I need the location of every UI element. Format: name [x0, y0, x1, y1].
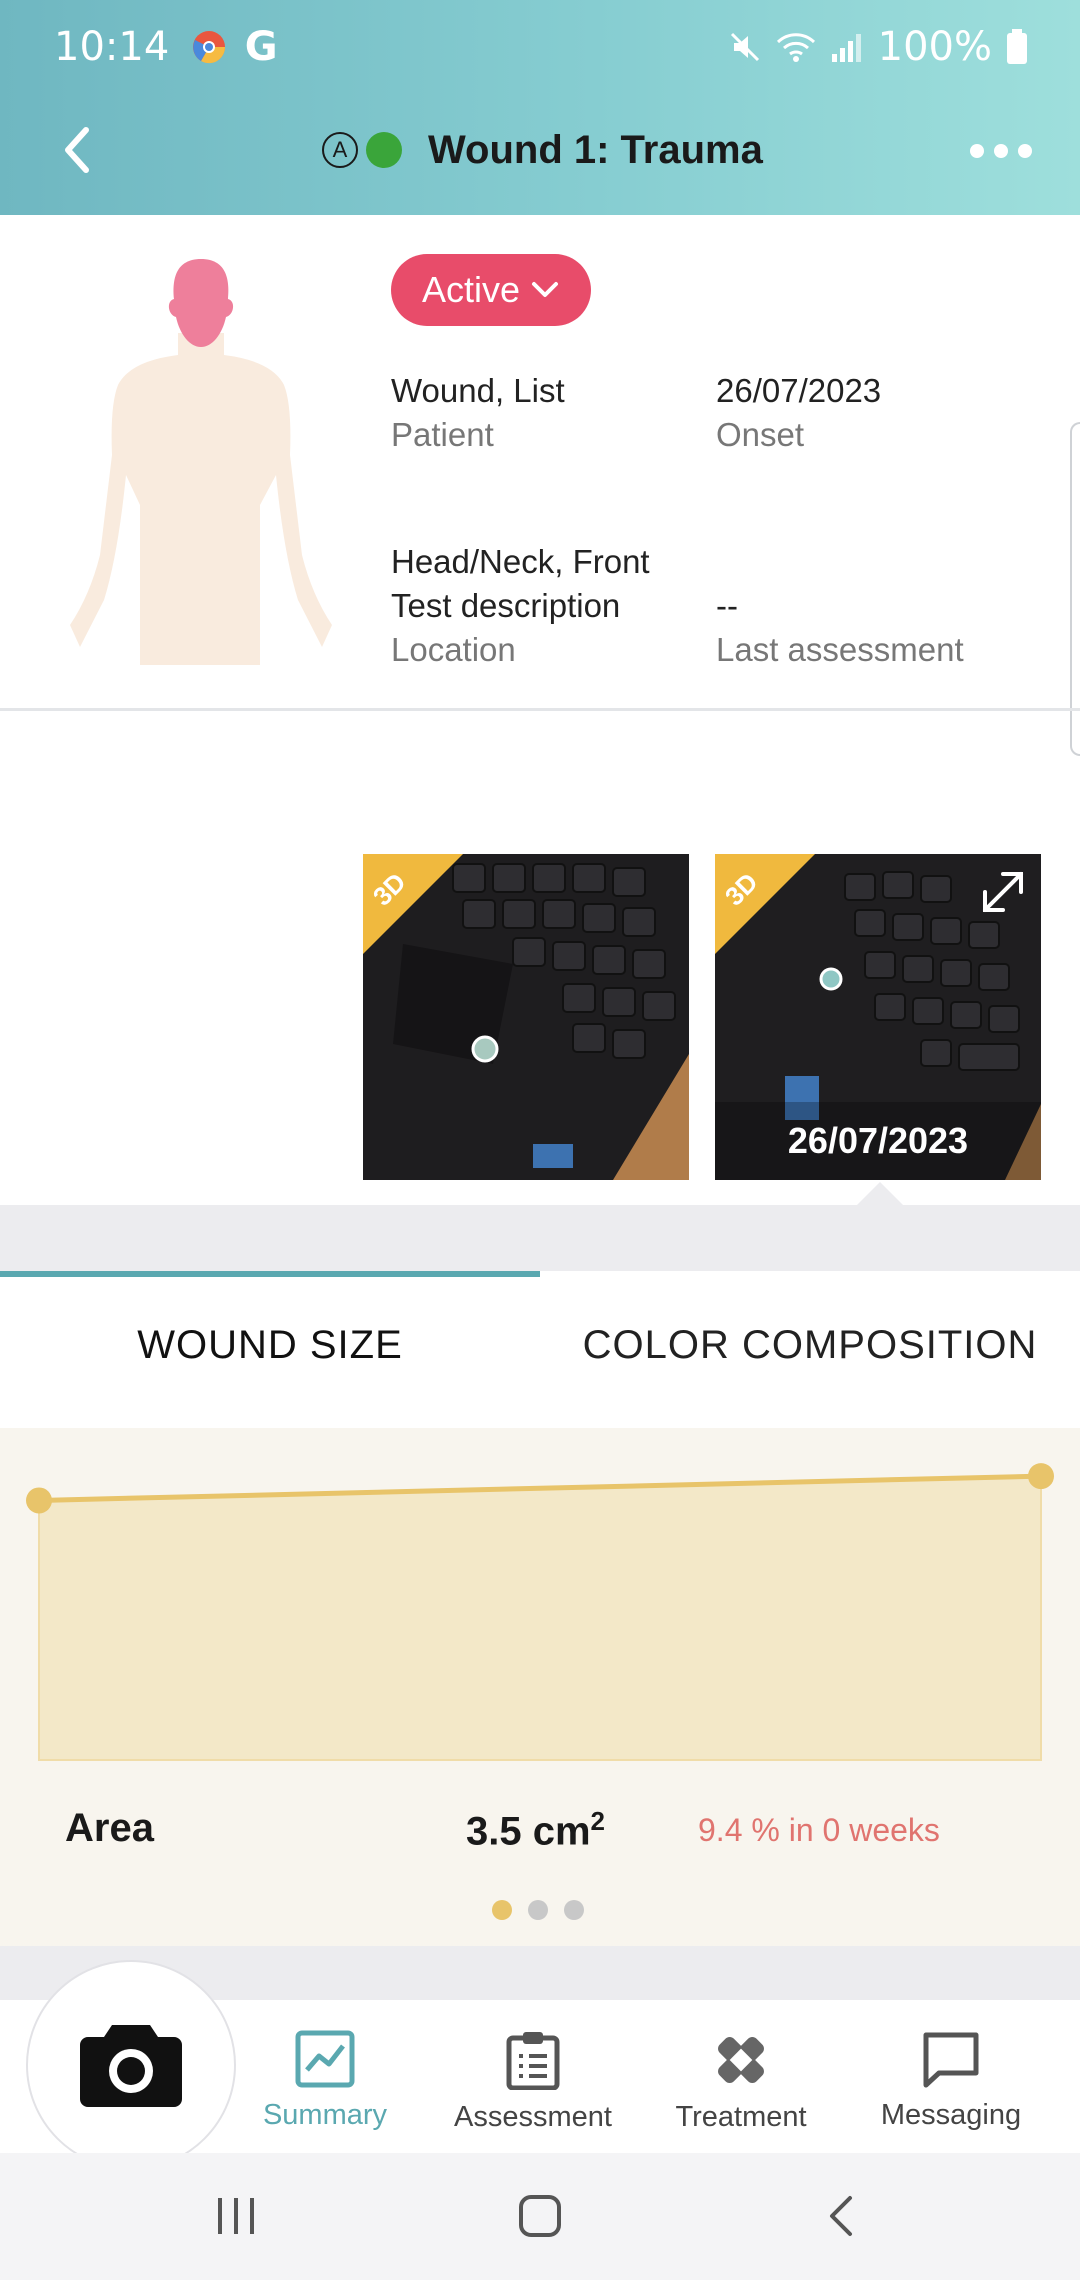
wound-photo-2[interactable]: 3D 26/07/2023	[715, 854, 1041, 1180]
metric-tabs: WOUND SIZE COLOR COMPOSITION	[0, 1271, 1080, 1426]
chart-panel: Area 3.5 cm2 9.4 % in 0 weeks	[0, 1428, 1080, 1946]
nav-assessment-label: Assessment	[454, 2101, 612, 2133]
status-dropdown[interactable]: Active	[391, 254, 591, 326]
chevron-down-icon	[532, 282, 559, 297]
3d-badge	[363, 854, 463, 954]
chat-icon	[923, 2032, 979, 2088]
patient-value: Wound, List	[391, 372, 565, 409]
photo-date: 26/07/2023	[715, 1102, 1041, 1180]
mute-icon	[730, 32, 759, 62]
nav-treatment[interactable]: Treatment	[641, 2030, 841, 2134]
nav-assessment[interactable]: Assessment	[433, 2030, 633, 2134]
battery-percent: 100%	[877, 24, 992, 70]
section-divider	[0, 708, 1080, 711]
page-dot[interactable]	[564, 1900, 584, 1920]
chrome-icon	[193, 31, 226, 64]
status-dot	[366, 132, 402, 168]
bandage-icon	[718, 2037, 764, 2083]
body-silhouette	[70, 333, 332, 665]
nav-summary[interactable]: Summary	[225, 2030, 425, 2132]
status-time: 10:14 G	[54, 24, 278, 70]
clipboard-icon	[506, 2032, 560, 2091]
data-point[interactable]	[1028, 1463, 1054, 1490]
photo-strip-divider	[0, 1205, 1080, 1271]
location-value-line1: Head/Neck, Front	[391, 543, 650, 580]
edge-handle[interactable]	[1070, 422, 1080, 756]
status-bar: 10:14 G 100%	[0, 0, 1080, 100]
nav-treatment-label: Treatment	[675, 2101, 807, 2133]
onset-label: Onset	[716, 416, 805, 453]
tab-color-composition[interactable]: COLOR COMPOSITION	[540, 1323, 1080, 1368]
location-label: Location	[391, 631, 516, 668]
metric-value-number: 3.5 cm	[466, 1809, 591, 1854]
wound-photo-1[interactable]: 3D	[363, 854, 689, 1180]
battery-icon	[1007, 29, 1027, 64]
onset-value: 26/07/2023	[716, 372, 882, 409]
page-dot-active[interactable]	[492, 1900, 512, 1920]
expand-icon[interactable]	[975, 864, 1031, 920]
google-icon: G	[244, 24, 278, 70]
nav-messaging-label: Messaging	[880, 2099, 1022, 2131]
body-map[interactable]	[60, 255, 356, 665]
back-icon[interactable]	[60, 124, 96, 176]
location-value-line2: Test description	[391, 587, 621, 624]
area-fill	[38, 1475, 1042, 1761]
wifi-icon	[776, 33, 815, 62]
metric-unit-superscript: 2	[590, 1806, 605, 1836]
nav-messaging[interactable]: Messaging	[851, 2030, 1051, 2132]
page-dot[interactable]	[528, 1900, 548, 1920]
active-tab-indicator	[0, 1271, 540, 1277]
page-indicator	[492, 1900, 584, 1920]
camera-icon	[80, 2025, 182, 2107]
recent-apps-icon[interactable]	[214, 2196, 258, 2236]
last-assessment-value: --	[716, 587, 738, 624]
home-icon[interactable]	[518, 2194, 562, 2238]
patient-label: Patient	[391, 416, 494, 453]
camera-button[interactable]	[26, 1960, 236, 2170]
metric-value: 3.5 cm2	[466, 1806, 605, 1854]
page-title: Wound 1: Trauma	[428, 128, 763, 172]
area-chart	[26, 1463, 1054, 1761]
data-point[interactable]	[26, 1487, 52, 1514]
signal-icon	[831, 34, 861, 62]
metric-change: 9.4 % in 0 weeks	[698, 1812, 940, 1848]
last-assessment-label: Last assessment	[716, 631, 964, 668]
3d-badge	[715, 854, 815, 954]
metric-label: Area	[65, 1806, 154, 1850]
nav-summary-label: Summary	[262, 2099, 388, 2131]
back-nav-icon[interactable]	[826, 2194, 856, 2238]
more-icon[interactable]	[970, 144, 1032, 158]
auto-badge: A	[322, 132, 358, 168]
tab-wound-size[interactable]: WOUND SIZE	[0, 1323, 540, 1368]
chart-icon	[295, 2030, 355, 2088]
selected-photo-pointer	[856, 1182, 904, 1206]
status-icons: 100%	[728, 24, 1028, 70]
